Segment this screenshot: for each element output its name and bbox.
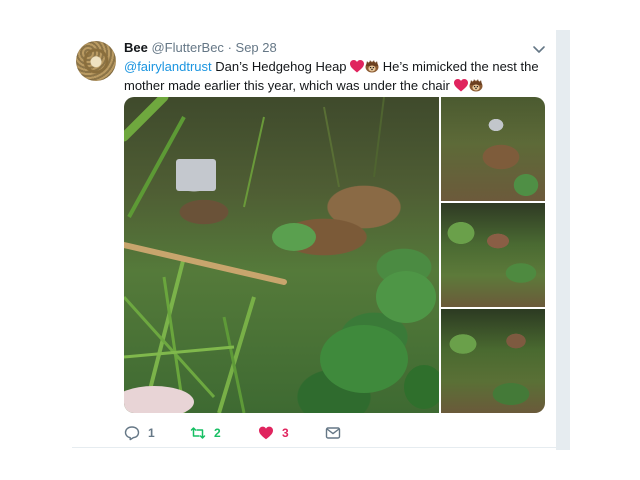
media-grid (124, 97, 545, 413)
author-name[interactable]: Bee (124, 40, 148, 55)
like-button[interactable]: 3 (258, 424, 289, 442)
chevron-down-icon[interactable] (532, 42, 546, 56)
tweet-text-part-1: Dan’s Hedgehog Heap (211, 59, 351, 74)
retweet-count: 2 (214, 426, 221, 440)
retweet-button[interactable]: 2 (190, 424, 221, 442)
hedgehog-icon (469, 79, 482, 92)
avatar[interactable] (76, 41, 116, 81)
garden-scene (124, 97, 439, 413)
reply-icon (124, 426, 140, 441)
photo-main[interactable] (124, 97, 439, 413)
red-heart-icon (453, 79, 468, 92)
tweet-actions: 1 2 3 (124, 424, 364, 442)
tweet-date[interactable]: Sep 28 (236, 40, 277, 55)
divider (72, 447, 556, 448)
photo-thumbnail-1[interactable] (441, 97, 545, 201)
direct-message-button[interactable] (325, 424, 341, 442)
scrollbar-track[interactable] (556, 30, 570, 450)
separator-dot: · (227, 40, 232, 55)
author-handle[interactable]: @FlutterBec (151, 40, 223, 55)
hedgehog-icon (365, 60, 379, 73)
red-heart-icon (350, 60, 365, 73)
reply-count: 1 (148, 426, 155, 440)
like-count: 3 (282, 426, 289, 440)
retweet-icon (190, 427, 206, 439)
mention-link[interactable]: @fairylandtrust (124, 59, 212, 74)
tweet-header: Bee @FlutterBec · Sep 28 (124, 40, 277, 56)
photo-thumbnail-3[interactable] (441, 309, 545, 413)
envelope-icon (325, 427, 341, 439)
reply-button[interactable]: 1 (124, 424, 155, 442)
heart-icon (259, 426, 273, 440)
photo-thumbnail-2[interactable] (441, 203, 545, 307)
tweet-text: @fairylandtrust Dan’s Hedgehog Heap He’s… (124, 57, 544, 95)
